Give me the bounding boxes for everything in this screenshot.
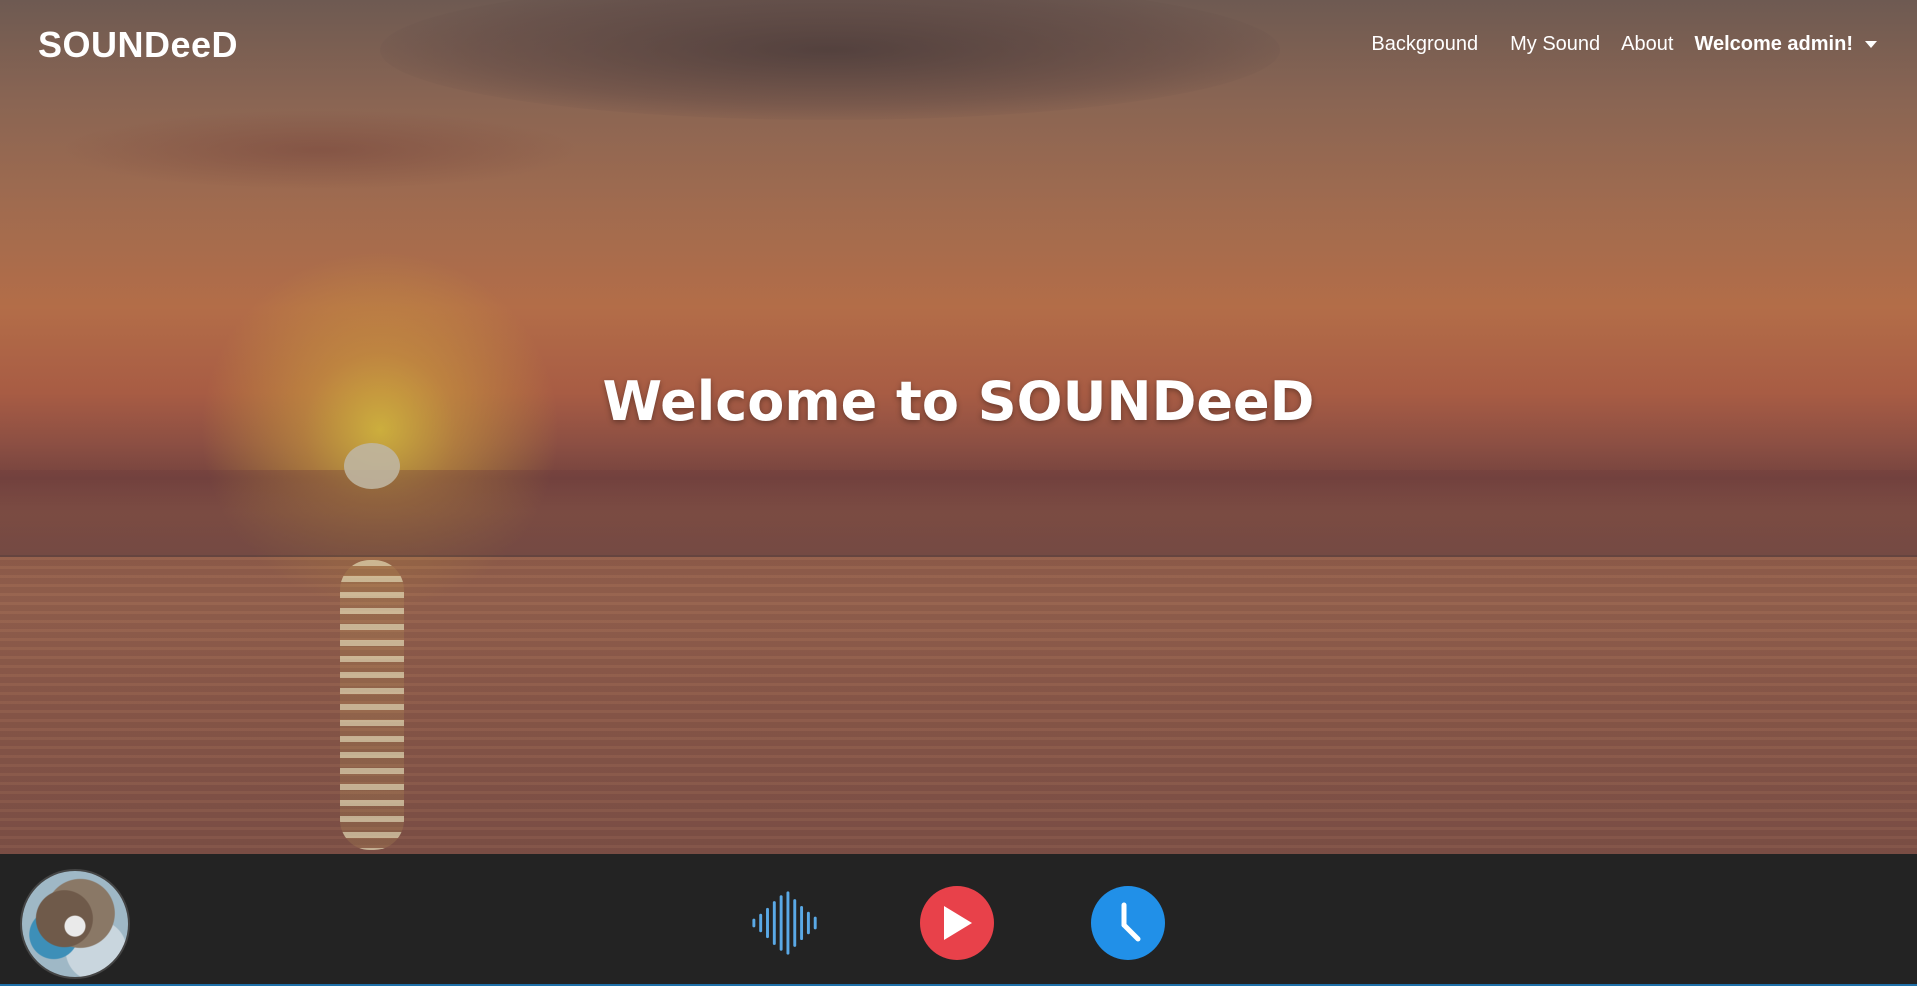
brand-logo[interactable]: SOUNDeeD (38, 24, 238, 66)
play-icon (944, 906, 972, 940)
hero-title: Welcome to SOUNDeeD (602, 370, 1315, 433)
cloud-shape (60, 110, 580, 190)
clock-icon (1121, 902, 1141, 942)
user-menu-toggle[interactable]: Welcome admin! (1694, 33, 1877, 56)
top-navbar: SOUNDeeD Background My Sound About Welco… (0, 0, 1917, 92)
sea (0, 557, 1917, 854)
distant-hills (0, 470, 1917, 555)
player-bar (0, 854, 1917, 986)
soundwave-icon (752, 891, 817, 955)
soundwave-button[interactable] (749, 886, 823, 960)
timer-button[interactable] (1091, 886, 1165, 960)
nav-links: Background My Sound About Welcome admin! (1350, 33, 1877, 56)
nav-link-my-sound[interactable]: My Sound (1510, 33, 1600, 56)
player-controls (0, 854, 1917, 984)
nav-link-about[interactable]: About (1621, 33, 1673, 56)
sun-reflection (340, 560, 404, 850)
play-button[interactable] (920, 886, 994, 960)
sun (344, 443, 400, 489)
nav-link-background[interactable]: Background (1371, 33, 1478, 56)
user-menu-label: Welcome admin! (1694, 33, 1853, 55)
hero-background: Welcome to SOUNDeeD (0, 0, 1917, 854)
chevron-down-icon (1865, 41, 1877, 49)
